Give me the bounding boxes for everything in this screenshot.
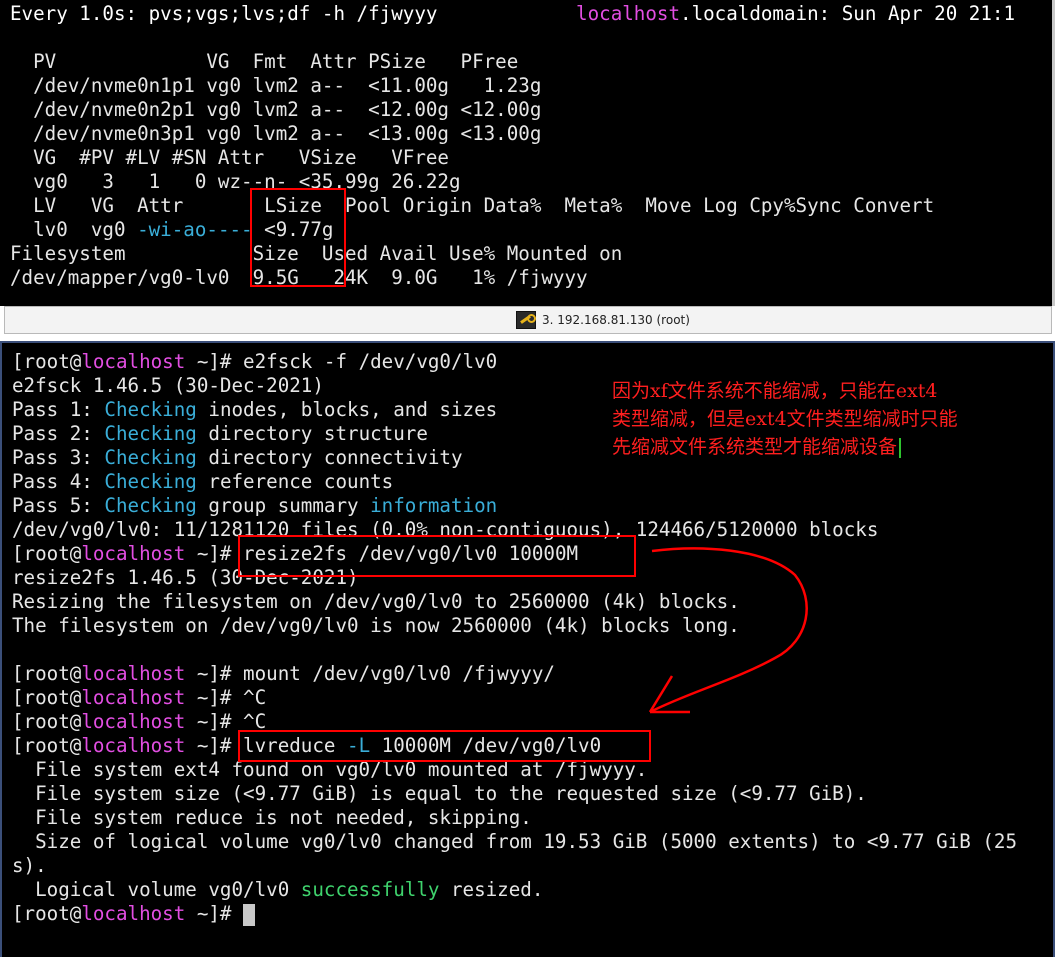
- resize2fs-highlight-box: [238, 535, 636, 577]
- session-tab-label: 3. 192.168.81.130 (root): [542, 313, 690, 327]
- command-line: [root@localhost ~]# ^C: [12, 686, 267, 709]
- key-icon: [516, 311, 536, 329]
- command-line: [root@localhost ~]# e2fsck -f /dev/vg0/l…: [12, 350, 498, 373]
- pvs-row: /dev/nvme0n1p1 vg0 lvm2 a-- <11.00g 1.23…: [10, 74, 542, 97]
- lvs-header: LV VG Attr LSize Pool Origin Data% Meta%…: [10, 194, 935, 217]
- lvreduce-highlight-box: [238, 730, 651, 762]
- output-line: Pass 4: Checking reference counts: [12, 470, 394, 493]
- terminal-cursor: [243, 903, 256, 926]
- annotation-line: 因为xf文件系统不能缩减，只能在ext4: [612, 380, 938, 402]
- output-line: e2fsck 1.46.5 (30-Dec-2021): [12, 374, 324, 397]
- annotation-line: 类型缩减，但是ext4文件类型缩减时只能: [612, 408, 958, 430]
- text-cursor: [899, 438, 902, 458]
- output-line: The filesystem on /dev/vg0/lv0 is now 25…: [12, 614, 740, 637]
- output-line: File system size (<9.77 GiB) is equal to…: [12, 782, 867, 805]
- output-line: Pass 2: Checking directory structure: [12, 422, 428, 445]
- output-line: File system reduce is not needed, skippi…: [12, 806, 532, 829]
- output-line: Pass 3: Checking directory connectivity: [12, 446, 463, 469]
- command-line: [root@localhost ~]# ^C: [12, 710, 267, 733]
- output-line: Size of logical volume vg0/lv0 changed f…: [12, 830, 1018, 853]
- vgs-row: vg0 3 1 0 wz--n- <35.99g 26.22g: [10, 170, 461, 193]
- vgs-header: VG #PV #LV #SN Attr VSize VFree: [10, 146, 449, 169]
- session-tab-bar: 3. 192.168.81.130 (root): [4, 306, 1052, 334]
- size-highlight-box: [250, 188, 346, 287]
- output-line: Pass 1: Checking inodes, blocks, and siz…: [12, 398, 498, 421]
- annotation-line: 先缩减文件系统类型才能缩减设备: [612, 432, 902, 462]
- session-tab[interactable]: 3. 192.168.81.130 (root): [516, 310, 690, 330]
- watch-terminal-pane[interactable]: Every 1.0s: pvs;vgs;lvs;df -h /fjwyyy lo…: [0, 0, 1055, 306]
- watch-header: Every 1.0s: pvs;vgs;lvs;df -h /fjwyyy lo…: [10, 2, 1016, 25]
- command-line[interactable]: [root@localhost ~]#: [12, 902, 256, 926]
- output-line: Resizing the filesystem on /dev/vg0/lv0 …: [12, 590, 740, 613]
- output-line: Pass 5: Checking group summary informati…: [12, 494, 498, 517]
- pvs-row: /dev/nvme0n2p1 vg0 lvm2 a-- <12.00g <12.…: [10, 98, 542, 121]
- output-line: Logical volume vg0/lv0 successfully resi…: [12, 878, 544, 901]
- command-line: [root@localhost ~]# mount /dev/vg0/lv0 /…: [12, 662, 555, 685]
- output-line: s).: [12, 854, 47, 877]
- pvs-row: /dev/nvme0n3p1 vg0 lvm2 a-- <13.00g <13.…: [10, 122, 542, 145]
- pvs-header: PV VG Fmt Attr PSize PFree: [10, 50, 519, 73]
